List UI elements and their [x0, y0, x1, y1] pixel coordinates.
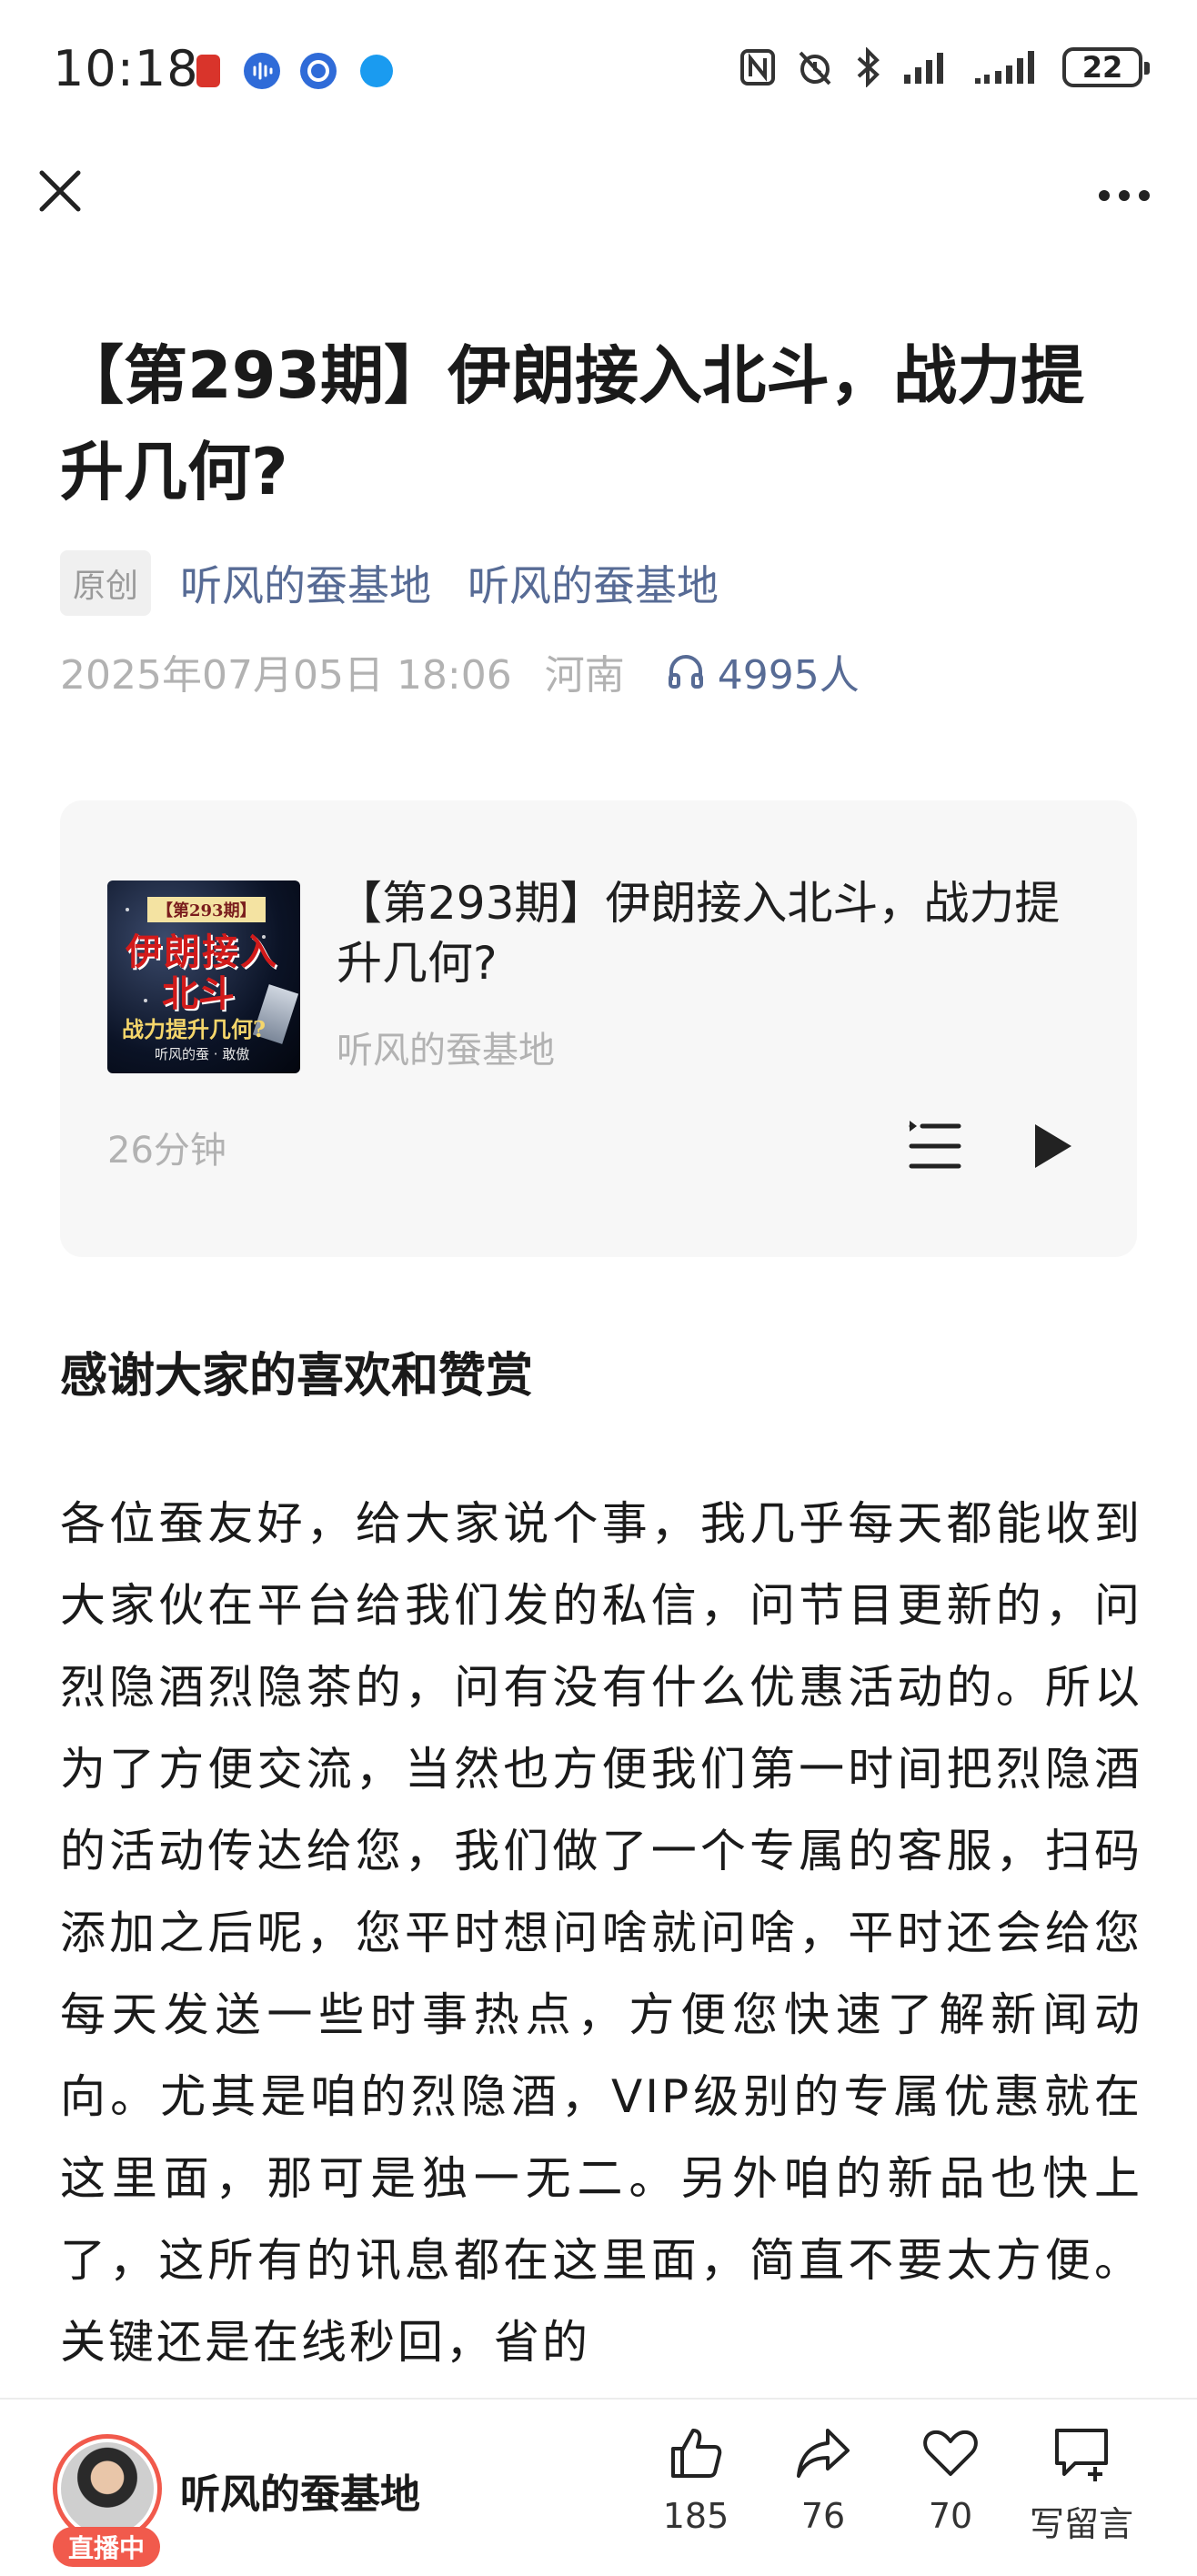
headphones-icon: [668, 655, 703, 689]
bluetooth-app-icon: [360, 55, 393, 87]
like-count: 185: [662, 2496, 729, 2536]
nfc-icon: [740, 49, 775, 86]
playlist-button[interactable]: [906, 1117, 964, 1175]
more-icon: [1099, 190, 1110, 201]
share-count: 76: [800, 2496, 846, 2536]
bottom-bar: 直播中 听风的蚕基地 185 76 70 写留言: [0, 2398, 1197, 2576]
favorite-count: 70: [928, 2496, 973, 2536]
close-icon: [39, 170, 81, 212]
section-heading: 感谢大家的喜欢和赞赏: [60, 1349, 534, 1404]
signal-icon-2: [975, 51, 1034, 84]
article-meta-row: 原创 听风的蚕基地 听风的蚕基地: [60, 550, 755, 616]
cover-line-3: 战力提升几何?: [122, 1016, 267, 1042]
close-button[interactable]: [33, 164, 87, 218]
battery-icon: 22: [1062, 47, 1150, 87]
app-notification-icon: [196, 55, 220, 87]
heart-icon: [923, 2430, 978, 2476]
listen-count[interactable]: 4995人: [667, 642, 860, 700]
audio-duration: 26分钟: [107, 1130, 226, 1172]
location: 河南: [544, 652, 625, 699]
cover-star: [126, 908, 129, 911]
account-name-link[interactable]: 听风的蚕基地: [180, 553, 431, 613]
article-info-row: 2025年07月05日 18:06 河南 4995人: [60, 644, 860, 699]
article-title: 【第293期】伊朗接入北斗，战力提升几何?: [60, 338, 1085, 509]
cover-issue: 【第293期】: [147, 897, 266, 922]
cover-star: [144, 999, 147, 1002]
listen-count-text: 4995人: [717, 652, 860, 699]
avatar-image: [61, 2442, 154, 2535]
status-right-icons: 22: [740, 47, 1150, 87]
status-time: 10:18: [53, 40, 199, 97]
audio-author: 听风的蚕基地: [337, 1030, 555, 1072]
signal-icon: [904, 53, 943, 84]
browser-app-icon: [300, 53, 337, 89]
thumbs-up-icon: [671, 2429, 722, 2478]
playlist-icon: [909, 1121, 961, 1169]
more-icon-dot: [1119, 190, 1130, 201]
write-comment-label: 写留言: [1029, 2504, 1133, 2544]
original-tag: 原创: [60, 550, 152, 616]
live-badge[interactable]: 直播中: [53, 2527, 160, 2567]
article-paragraph: 各位蚕友好，给大家说个事，我几乎每天都能收到大家伙在平台给我们发的私信，问节目更…: [60, 1497, 1142, 2369]
like-button[interactable]: 185: [637, 2423, 755, 2560]
alarm-icon: [799, 51, 831, 86]
play-icon: [1035, 1124, 1071, 1168]
author-name-link[interactable]: 听风的蚕基地: [468, 553, 719, 613]
favorite-button[interactable]: 70: [891, 2423, 1010, 2560]
audio-title: 【第293期】伊朗接入北斗，战力提升几何?: [337, 877, 1061, 990]
cover-line-2: 北斗: [162, 972, 235, 1015]
bottom-author-name[interactable]: 听风的蚕基地: [180, 2461, 420, 2520]
audio-card[interactable]: 【第293期】 伊朗接入 北斗 战力提升几何? 听风的蚕 · 敢傲 【第293期…: [60, 800, 1137, 1257]
share-button[interactable]: 76: [764, 2423, 882, 2560]
play-button[interactable]: [1024, 1119, 1079, 1173]
cover-credit: 听风的蚕 · 敢傲: [155, 1046, 250, 1062]
status-bar: 10:18 22: [0, 0, 1197, 136]
write-comment-button[interactable]: 写留言: [1022, 2423, 1141, 2560]
bluetooth-icon: [857, 47, 880, 87]
more-icon-dot: [1139, 190, 1150, 201]
publish-date: 2025年07月05日 18:06: [60, 652, 512, 699]
audio-app-icon: [244, 53, 280, 89]
more-button[interactable]: [1088, 168, 1161, 223]
share-icon: [797, 2429, 850, 2478]
audio-cover-image: 【第293期】 伊朗接入 北斗 战力提升几何? 听风的蚕 · 敢傲: [107, 880, 300, 1073]
comment-icon: [1055, 2429, 1108, 2481]
